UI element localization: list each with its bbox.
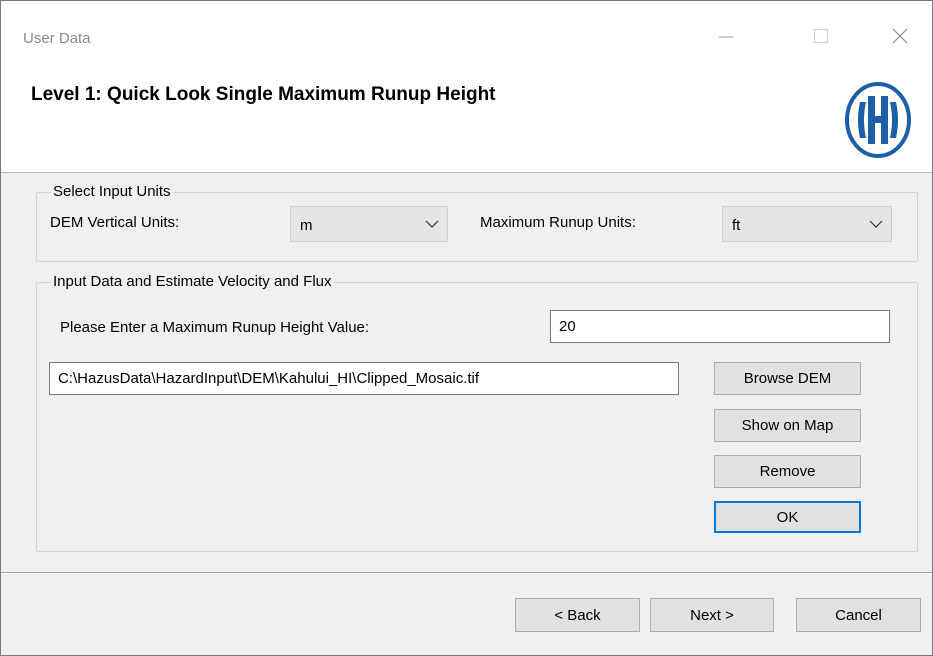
maximize-button	[801, 19, 841, 53]
runup-height-input[interactable]: 20	[550, 310, 890, 343]
minimize-icon	[719, 36, 733, 38]
user-data-dialog: User Data Level 1: Quick Look Single Max…	[0, 0, 933, 656]
maximize-icon	[814, 29, 828, 43]
back-button[interactable]: < Back	[515, 598, 640, 632]
cancel-button[interactable]: Cancel	[796, 598, 921, 632]
show-on-map-button[interactable]: Show on Map	[714, 409, 861, 442]
hazus-logo-icon	[845, 82, 911, 158]
input-group-legend: Input Data and Estimate Velocity and Flu…	[51, 273, 334, 290]
dem-vertical-units-label: DEM Vertical Units:	[50, 214, 180, 231]
maximum-runup-units-value: ft	[732, 217, 741, 234]
next-button[interactable]: Next >	[650, 598, 774, 632]
page-title: Level 1: Quick Look Single Maximum Runup…	[31, 84, 496, 105]
runup-height-label: Please Enter a Maximum Runup Height Valu…	[60, 319, 370, 336]
dem-path-field[interactable]: C:\HazusData\HazardInput\DEM\Kahului_HI\…	[49, 362, 679, 395]
dem-vertical-units-value: m	[300, 217, 313, 234]
select-input-units-group: Select Input Units DEM Vertical Units: m…	[36, 183, 918, 262]
minimize-button[interactable]	[706, 19, 746, 53]
browse-dem-button[interactable]: Browse DEM	[714, 362, 861, 395]
wizard-header: Level 1: Quick Look Single Maximum Runup…	[1, 77, 932, 173]
maximum-runup-units-label: Maximum Runup Units:	[480, 214, 636, 231]
window-title: User Data	[23, 30, 91, 47]
chevron-down-icon	[425, 220, 439, 228]
title-bar: User Data	[1, 1, 932, 77]
maximum-runup-units-select[interactable]: ft	[722, 206, 892, 242]
close-icon	[892, 28, 908, 44]
footer-divider-highlight	[1, 573, 932, 574]
remove-button[interactable]: Remove	[714, 455, 861, 488]
input-data-group: Input Data and Estimate Velocity and Flu…	[36, 273, 918, 552]
wizard-content: Select Input Units DEM Vertical Units: m…	[1, 173, 932, 571]
units-group-legend: Select Input Units	[51, 183, 173, 200]
ok-button[interactable]: OK	[714, 501, 861, 533]
close-button[interactable]	[880, 19, 920, 53]
chevron-down-icon	[869, 220, 883, 228]
dem-vertical-units-select[interactable]: m	[290, 206, 448, 242]
